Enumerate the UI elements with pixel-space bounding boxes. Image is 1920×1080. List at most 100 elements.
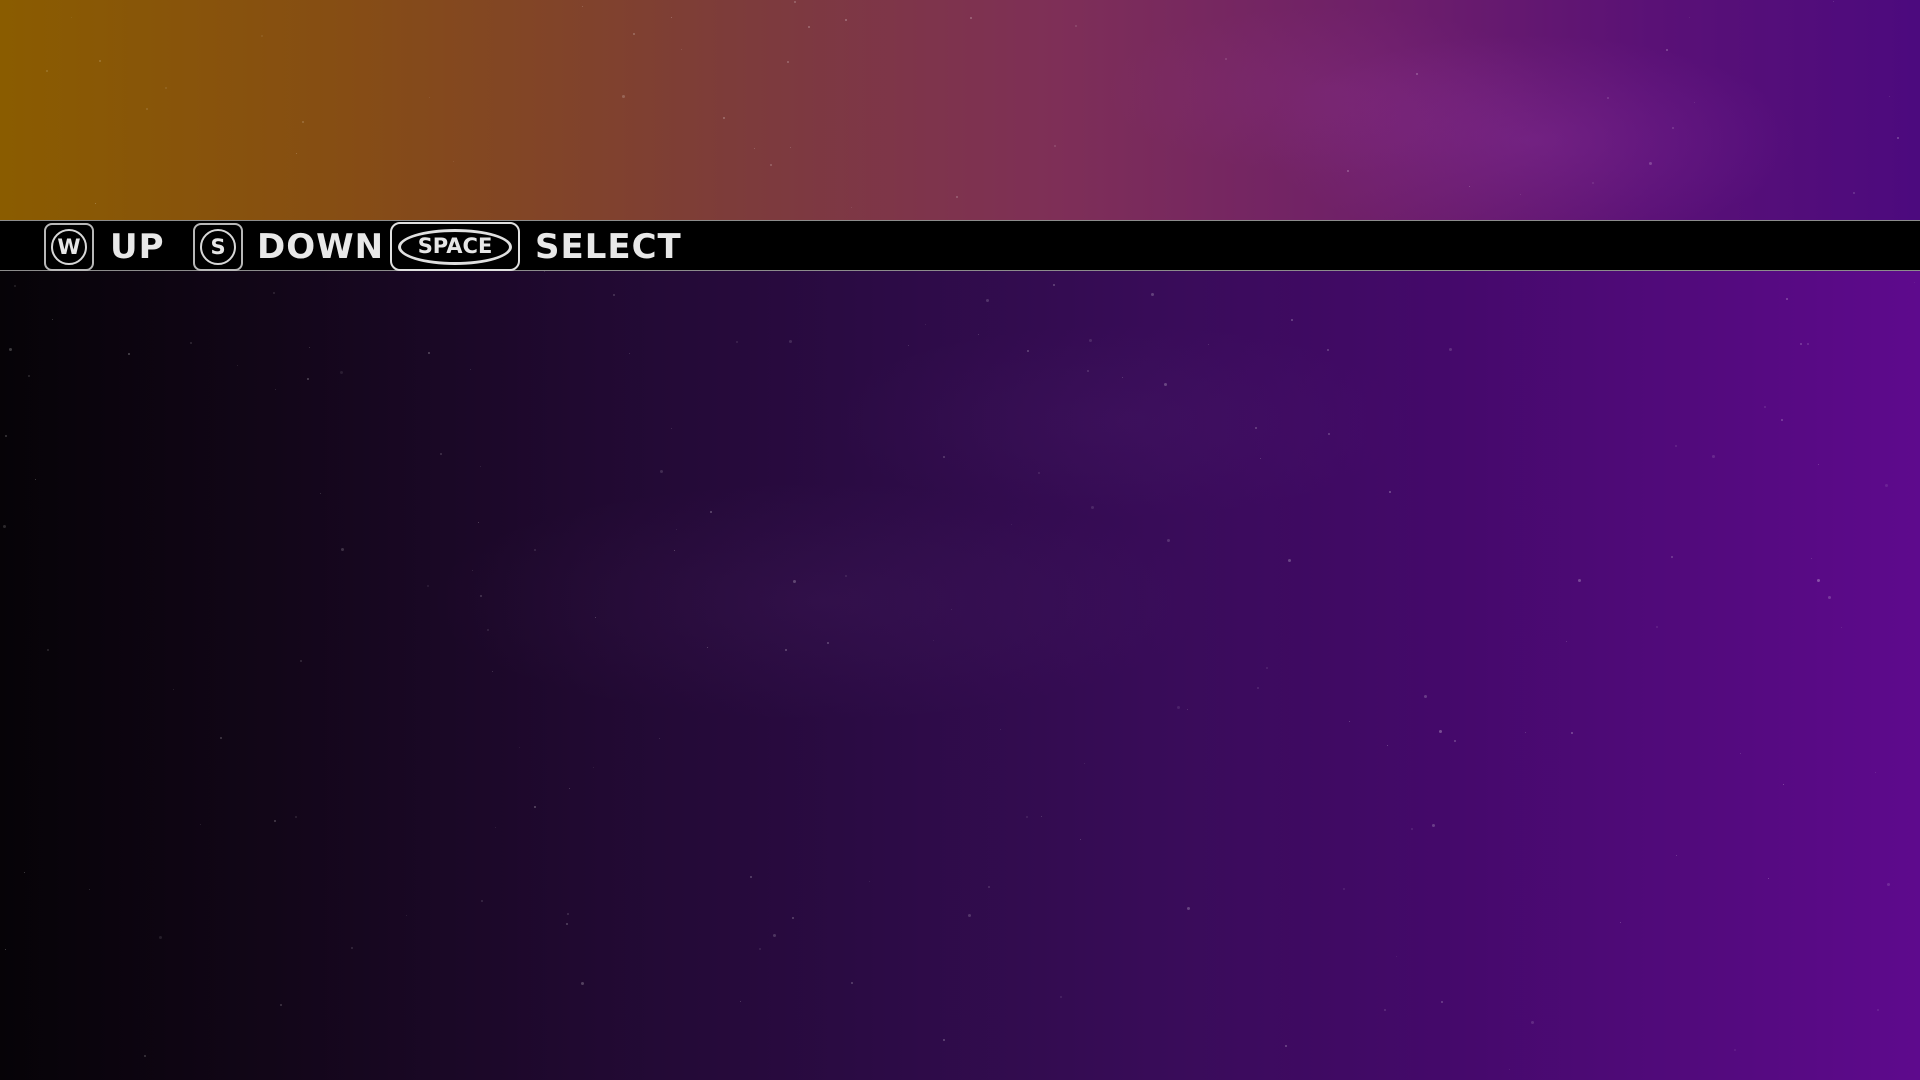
star <box>851 982 853 984</box>
star <box>1260 458 1261 459</box>
star <box>1187 709 1188 710</box>
star <box>1075 25 1077 27</box>
star <box>1764 406 1766 408</box>
star <box>220 737 222 739</box>
star <box>710 511 712 513</box>
star <box>789 340 792 343</box>
star <box>1387 745 1388 746</box>
star <box>52 319 53 320</box>
star <box>1783 784 1784 785</box>
star <box>943 456 945 458</box>
star <box>14 285 16 287</box>
star <box>200 824 201 825</box>
star <box>1091 506 1094 509</box>
star <box>787 61 789 63</box>
star <box>674 550 675 551</box>
star <box>1411 828 1413 830</box>
star <box>1807 343 1809 345</box>
s-key-icon: S <box>193 223 243 271</box>
space-background-top <box>0 0 1920 220</box>
star <box>1424 695 1427 698</box>
space-background-bottom <box>0 271 1920 1080</box>
star <box>1828 596 1831 599</box>
star <box>261 35 263 37</box>
star <box>759 948 761 950</box>
star <box>1087 370 1089 372</box>
star <box>1786 298 1788 300</box>
star <box>1432 824 1435 827</box>
star <box>1084 763 1085 764</box>
star <box>1151 293 1154 296</box>
star <box>773 934 776 937</box>
star <box>1897 137 1899 139</box>
star <box>495 827 496 828</box>
star <box>1509 1069 1510 1070</box>
star <box>1164 383 1167 386</box>
star <box>593 767 594 768</box>
star <box>1343 888 1345 890</box>
star <box>472 570 473 571</box>
star <box>71 17 72 18</box>
star <box>481 900 483 902</box>
star <box>1885 484 1888 487</box>
star <box>659 738 660 739</box>
star <box>951 609 952 610</box>
star <box>1041 816 1042 817</box>
star <box>988 886 990 888</box>
star <box>1520 194 1521 195</box>
star <box>723 117 725 119</box>
star <box>1734 1049 1736 1051</box>
star <box>1656 626 1658 628</box>
star <box>790 147 791 148</box>
up-action-label: UP <box>110 227 165 267</box>
star <box>428 352 430 354</box>
star <box>1060 996 1062 998</box>
star <box>582 6 583 7</box>
star <box>1875 772 1876 773</box>
star <box>1026 816 1028 818</box>
star <box>237 365 238 366</box>
control-hints-bar: W UP S DOWN SPACE SELECT <box>0 220 1920 271</box>
star <box>794 1 796 3</box>
star <box>487 629 489 631</box>
star <box>1592 182 1594 184</box>
star <box>567 913 569 915</box>
star <box>99 60 101 62</box>
star <box>302 121 304 123</box>
star <box>1841 627 1842 628</box>
star <box>1441 1001 1443 1003</box>
star <box>427 585 429 587</box>
star <box>845 575 847 577</box>
star <box>869 881 870 882</box>
star <box>1439 730 1442 733</box>
star <box>1122 377 1123 378</box>
star <box>309 347 310 348</box>
star <box>9 348 12 351</box>
star <box>1740 753 1741 754</box>
star <box>1089 339 1092 342</box>
star <box>956 196 958 198</box>
star <box>613 294 615 296</box>
star <box>480 595 482 597</box>
star <box>1454 740 1456 742</box>
star <box>1531 1021 1534 1024</box>
star <box>851 207 852 208</box>
star <box>581 982 584 985</box>
s-key-glyph: S <box>200 229 236 265</box>
star <box>1607 97 1609 99</box>
star <box>629 353 630 354</box>
star <box>1080 839 1081 840</box>
star <box>1000 729 1001 730</box>
star <box>296 153 297 154</box>
star <box>300 660 302 662</box>
star <box>173 689 174 690</box>
star <box>1887 883 1890 886</box>
star <box>1257 687 1259 689</box>
star <box>1027 350 1029 352</box>
star <box>1671 556 1673 558</box>
star <box>808 26 810 28</box>
star <box>544 271 545 272</box>
star <box>1525 732 1526 733</box>
star <box>1208 344 1209 345</box>
star <box>307 378 309 380</box>
